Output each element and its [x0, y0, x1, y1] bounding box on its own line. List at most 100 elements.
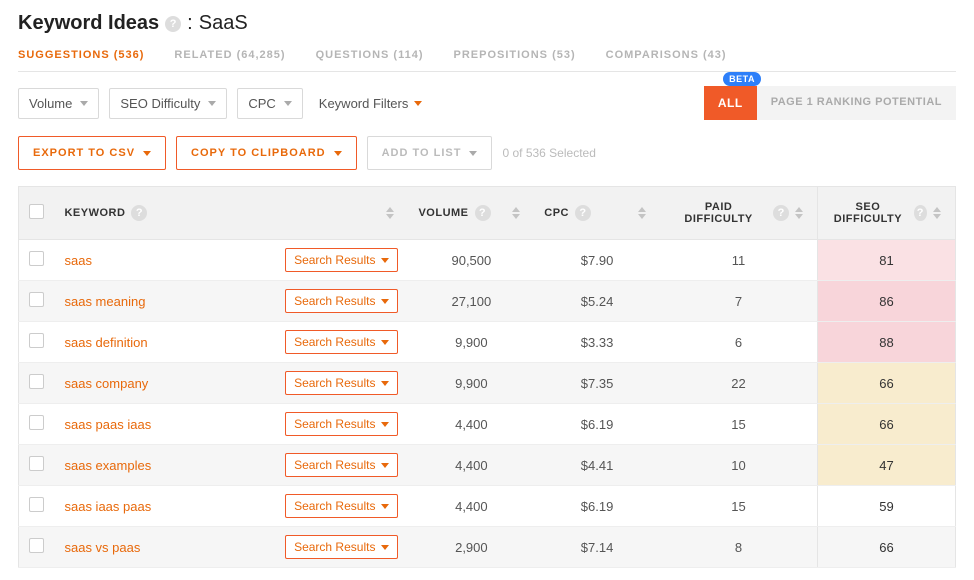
paid-difficulty-cell: 6: [660, 322, 818, 363]
sort-control[interactable]: [386, 207, 398, 219]
export-to-csv-button[interactable]: EXPORT TO CSV: [18, 136, 166, 170]
tab-comparisons[interactable]: COMPARISONS (43): [606, 49, 727, 61]
chevron-down-icon: [143, 151, 151, 156]
col-cpc-header[interactable]: CPC: [544, 207, 569, 219]
tab-questions[interactable]: QUESTIONS (114): [316, 49, 424, 61]
tab-related[interactable]: RELATED (64,285): [174, 49, 285, 61]
tab-prepositions[interactable]: PREPOSITIONS (53): [454, 49, 576, 61]
search-results-button[interactable]: Search Results: [285, 289, 398, 313]
paid-difficulty-cell: 11: [660, 240, 818, 281]
beta-badge: BETA: [723, 72, 761, 86]
search-results-button[interactable]: Search Results: [285, 494, 398, 518]
seo-difficulty-cell: 47: [818, 445, 956, 486]
chevron-down-icon: [381, 340, 389, 345]
chevron-down-icon: [334, 151, 342, 156]
paid-difficulty-cell: 15: [660, 404, 818, 445]
add-to-list-button[interactable]: ADD TO LIST: [367, 136, 493, 170]
volume-filter[interactable]: Volume: [18, 88, 99, 119]
paid-difficulty-cell: 7: [660, 281, 818, 322]
table-row: saas definitionSearch Results9,900$3.336…: [19, 322, 956, 363]
chevron-down-icon: [381, 463, 389, 468]
chevron-down-icon: [381, 381, 389, 386]
table-row: saas vs paasSearch Results2,900$7.14866: [19, 527, 956, 568]
help-icon[interactable]: ?: [475, 205, 491, 221]
keyword-link[interactable]: saas meaning: [64, 294, 145, 309]
seo-difficulty-cell: 66: [818, 363, 956, 404]
cpc-cell: $3.33: [534, 322, 660, 363]
tabs-bar: SUGGESTIONS (536) RELATED (64,285) QUEST…: [18, 49, 956, 72]
cpc-cell: $6.19: [534, 486, 660, 527]
keyword-link[interactable]: saas iaas paas: [64, 499, 151, 514]
row-checkbox[interactable]: [29, 456, 44, 471]
keyword-link[interactable]: saas definition: [64, 335, 147, 350]
search-term: SaaS: [199, 12, 248, 35]
search-results-button[interactable]: Search Results: [285, 535, 398, 559]
col-keyword-header[interactable]: KEYWORD: [64, 207, 125, 219]
filters-row: Volume SEO Difficulty CPC Keyword Filter…: [18, 86, 956, 120]
segment-page1-potential[interactable]: PAGE 1 RANKING POTENTIAL: [757, 86, 956, 120]
cpc-cell: $7.14: [534, 527, 660, 568]
cpc-filter[interactable]: CPC: [237, 88, 302, 119]
cpc-cell: $4.41: [534, 445, 660, 486]
page-title: Keyword Ideas: [18, 12, 159, 35]
chevron-down-icon: [381, 299, 389, 304]
keyword-link[interactable]: saas company: [64, 376, 148, 391]
help-icon[interactable]: ?: [165, 16, 181, 32]
row-checkbox[interactable]: [29, 497, 44, 512]
seo-difficulty-cell: 86: [818, 281, 956, 322]
keyword-link[interactable]: saas vs paas: [64, 540, 140, 555]
row-checkbox[interactable]: [29, 333, 44, 348]
keyword-filters-label: Keyword Filters: [319, 96, 409, 111]
search-results-button[interactable]: Search Results: [285, 330, 398, 354]
cpc-filter-label: CPC: [248, 96, 275, 111]
table-row: saas meaningSearch Results27,100$5.24786: [19, 281, 956, 322]
search-results-button[interactable]: Search Results: [285, 371, 398, 395]
paid-difficulty-cell: 15: [660, 486, 818, 527]
seo-difficulty-filter[interactable]: SEO Difficulty: [109, 88, 227, 119]
row-checkbox[interactable]: [29, 292, 44, 307]
volume-cell: 90,500: [408, 240, 534, 281]
col-paid-difficulty-header[interactable]: PAID DIFFICULTY: [670, 201, 767, 225]
search-results-button[interactable]: Search Results: [285, 412, 398, 436]
help-icon[interactable]: ?: [773, 205, 789, 221]
seo-difficulty-cell: 59: [818, 486, 956, 527]
chevron-down-icon: [414, 101, 422, 106]
row-checkbox[interactable]: [29, 374, 44, 389]
segment-all[interactable]: ALL: [704, 86, 757, 120]
seo-difficulty-cell: 81: [818, 240, 956, 281]
copy-to-clipboard-button[interactable]: COPY TO CLIPBOARD: [176, 136, 357, 170]
paid-difficulty-cell: 10: [660, 445, 818, 486]
keyword-filters[interactable]: Keyword Filters: [313, 96, 423, 111]
tab-suggestions[interactable]: SUGGESTIONS (536): [18, 49, 144, 61]
sort-control[interactable]: [638, 207, 650, 219]
sort-control[interactable]: [795, 207, 807, 219]
paid-difficulty-cell: 8: [660, 527, 818, 568]
selection-count: 0 of 536 Selected: [502, 146, 595, 160]
search-results-button[interactable]: Search Results: [285, 453, 398, 477]
view-segments: BETA ALL PAGE 1 RANKING POTENTIAL: [704, 86, 956, 120]
keyword-link[interactable]: saas examples: [64, 458, 151, 473]
cpc-cell: $6.19: [534, 404, 660, 445]
row-checkbox[interactable]: [29, 251, 44, 266]
row-checkbox[interactable]: [29, 415, 44, 430]
title-separator: :: [187, 12, 193, 35]
sort-control[interactable]: [512, 207, 524, 219]
keyword-link[interactable]: saas: [64, 253, 91, 268]
col-volume-header[interactable]: VOLUME: [418, 207, 468, 219]
keywords-table: KEYWORD ? VOLUME ? CPC ?: [18, 186, 956, 568]
col-seo-difficulty-header[interactable]: SEO DIFFICULTY: [828, 201, 908, 225]
select-all-checkbox[interactable]: [29, 204, 44, 219]
row-checkbox[interactable]: [29, 538, 44, 553]
help-icon[interactable]: ?: [575, 205, 591, 221]
search-results-button[interactable]: Search Results: [285, 248, 398, 272]
volume-cell: 2,900: [408, 527, 534, 568]
help-icon[interactable]: ?: [914, 205, 927, 221]
seo-difficulty-cell: 66: [818, 404, 956, 445]
keyword-link[interactable]: saas paas iaas: [64, 417, 151, 432]
cpc-cell: $7.35: [534, 363, 660, 404]
sort-control[interactable]: [933, 207, 945, 219]
page-title-row: Keyword Ideas ? : SaaS: [18, 12, 956, 35]
help-icon[interactable]: ?: [131, 205, 147, 221]
chevron-down-icon: [284, 101, 292, 106]
cpc-cell: $7.90: [534, 240, 660, 281]
